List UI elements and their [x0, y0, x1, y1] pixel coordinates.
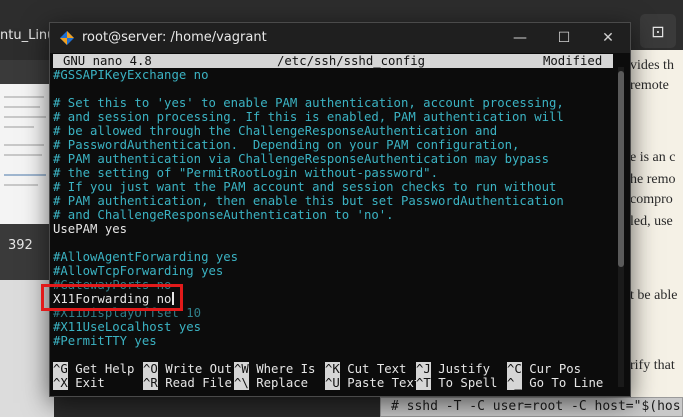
shortcut-key: ^R — [143, 376, 158, 390]
shortcut-go-to-line[interactable]: ^_ Go To Line — [507, 376, 603, 390]
shortcut-write-out[interactable]: ^O Write Out — [143, 362, 232, 376]
shortcut-label: Write Out — [165, 362, 232, 376]
nano-header-bar: GNU nano 4.8 /etc/ssh/sshd_config Modifi… — [53, 54, 613, 68]
minimize-button[interactable]: — — [498, 23, 542, 53]
editor-line[interactable]: #X11UseLocalhost yes — [53, 320, 201, 334]
shortcut-key: ^C — [507, 362, 522, 376]
nano-editor[interactable]: GNU nano 4.8 /etc/ssh/sshd_config Modifi… — [53, 53, 613, 393]
editor-line[interactable]: # PAM authentication via ChallengeRespon… — [53, 152, 549, 166]
terminal-titlebar[interactable]: root@server: /home/vagrant — ☐ ✕ — [50, 23, 630, 53]
editor-line[interactable]: #GSSAPIKeyExchange no — [53, 68, 208, 82]
highlight-annotation-box — [41, 284, 183, 311]
shortcut-justify[interactable]: ^J Justify — [416, 362, 490, 376]
close-button[interactable]: ✕ — [586, 23, 630, 53]
editor-line[interactable]: # be allowed through the ChallengeRespon… — [53, 124, 497, 138]
doc-line: led, use — [630, 214, 673, 229]
nano-status: Modified — [543, 54, 603, 68]
shortcut-label: Exit — [75, 376, 105, 390]
doc-line: vides th — [630, 58, 674, 73]
shortcut-key: ^\ — [234, 376, 249, 390]
document-code-snippet: # sshd -T -C user=root -C host="$(hos — [380, 397, 683, 417]
doc-line: e is an c — [630, 150, 676, 165]
shortcut-key: ^O — [143, 362, 158, 376]
shortcut-label: Paste Text — [347, 376, 422, 390]
editor-line[interactable]: # the setting of "PermitRootLogin withou… — [53, 166, 438, 180]
shortcut-key: ^K — [325, 362, 340, 376]
terminal-window[interactable]: root@server: /home/vagrant — ☐ ✕ GNU nan… — [49, 22, 631, 397]
editor-line[interactable]: #AllowAgentForwarding yes — [53, 250, 238, 264]
shortcut-to-spell[interactable]: ^T To Spell — [416, 376, 497, 390]
editor-line[interactable]: UsePAM yes — [53, 222, 127, 236]
maximize-button[interactable]: ☐ — [542, 23, 586, 53]
shortcut-label: Where Is — [256, 362, 316, 376]
shortcut-key: ^_ — [507, 376, 522, 390]
shortcut-cur-pos[interactable]: ^C Cur Pos — [507, 362, 581, 376]
doc-line: t be able — [630, 288, 678, 303]
doc-line: compro — [630, 192, 673, 207]
terminal-title: root@server: /home/vagrant — [82, 30, 267, 45]
shortcut-key: ^G — [53, 362, 68, 376]
page-number: 392 — [8, 238, 33, 253]
background-window-title: ntu_Linu — [0, 28, 56, 43]
editor-line[interactable]: # If you just want the PAM account and s… — [53, 180, 556, 194]
shortcut-label: Go To Line — [529, 376, 604, 390]
editor-line[interactable]: #PermitTTY yes — [53, 334, 157, 348]
shortcut-label: Replace — [256, 376, 309, 390]
shortcut-label: Justify — [438, 362, 491, 376]
shortcut-label: Cur Pos — [529, 362, 582, 376]
editor-line[interactable]: # PAM authentication, then enable this b… — [53, 194, 564, 208]
shortcut-label: Read File — [165, 376, 232, 390]
shortcut-key: ^J — [416, 362, 431, 376]
shortcut-key: ^U — [325, 376, 340, 390]
page-thumbnail[interactable] — [0, 84, 54, 224]
editor-line[interactable]: # and session processing. If this is ena… — [53, 110, 564, 124]
shortcut-paste-text[interactable]: ^U Paste Text — [325, 376, 421, 390]
editor-line[interactable]: # PasswordAuthentication. Depending on y… — [53, 138, 519, 152]
shortcut-cut-text[interactable]: ^K Cut Text — [325, 362, 406, 376]
shortcut-replace[interactable]: ^\ Replace — [234, 376, 308, 390]
doc-line: rify that — [630, 358, 675, 373]
terminal-app-icon — [60, 31, 74, 45]
shortcut-get-help[interactable]: ^G Get Help — [53, 362, 134, 376]
sidebar-toggle-icon[interactable]: ⊡ — [640, 14, 676, 48]
nano-filename: /etc/ssh/sshd_config — [277, 54, 426, 68]
shortcut-key: ^W — [234, 362, 249, 376]
doc-line: he remo — [630, 172, 676, 187]
shortcut-label: To Spell — [438, 376, 498, 390]
shortcut-label: Cut Text — [347, 362, 407, 376]
editor-line[interactable]: # Set this to 'yes' to enable PAM authen… — [53, 96, 564, 110]
doc-line: remote — [630, 78, 669, 93]
shortcut-key: ^T — [416, 376, 431, 390]
shortcut-label: Get Help — [75, 362, 135, 376]
terminal-scrollbar-thumb[interactable] — [618, 71, 624, 267]
editor-line[interactable]: #AllowTcpForwarding yes — [53, 264, 223, 278]
editor-line[interactable]: # and ChallengeResponseAuthentication to… — [53, 208, 394, 222]
shortcut-read-file[interactable]: ^R Read File — [143, 376, 232, 390]
shortcut-where-is[interactable]: ^W Where Is — [234, 362, 315, 376]
shortcut-key: ^X — [53, 376, 68, 390]
nano-version: GNU nano 4.8 — [63, 54, 152, 68]
shortcut-exit[interactable]: ^X Exit — [53, 376, 105, 390]
document-text-area: vides th remote e is an c he remo compro… — [630, 50, 683, 417]
